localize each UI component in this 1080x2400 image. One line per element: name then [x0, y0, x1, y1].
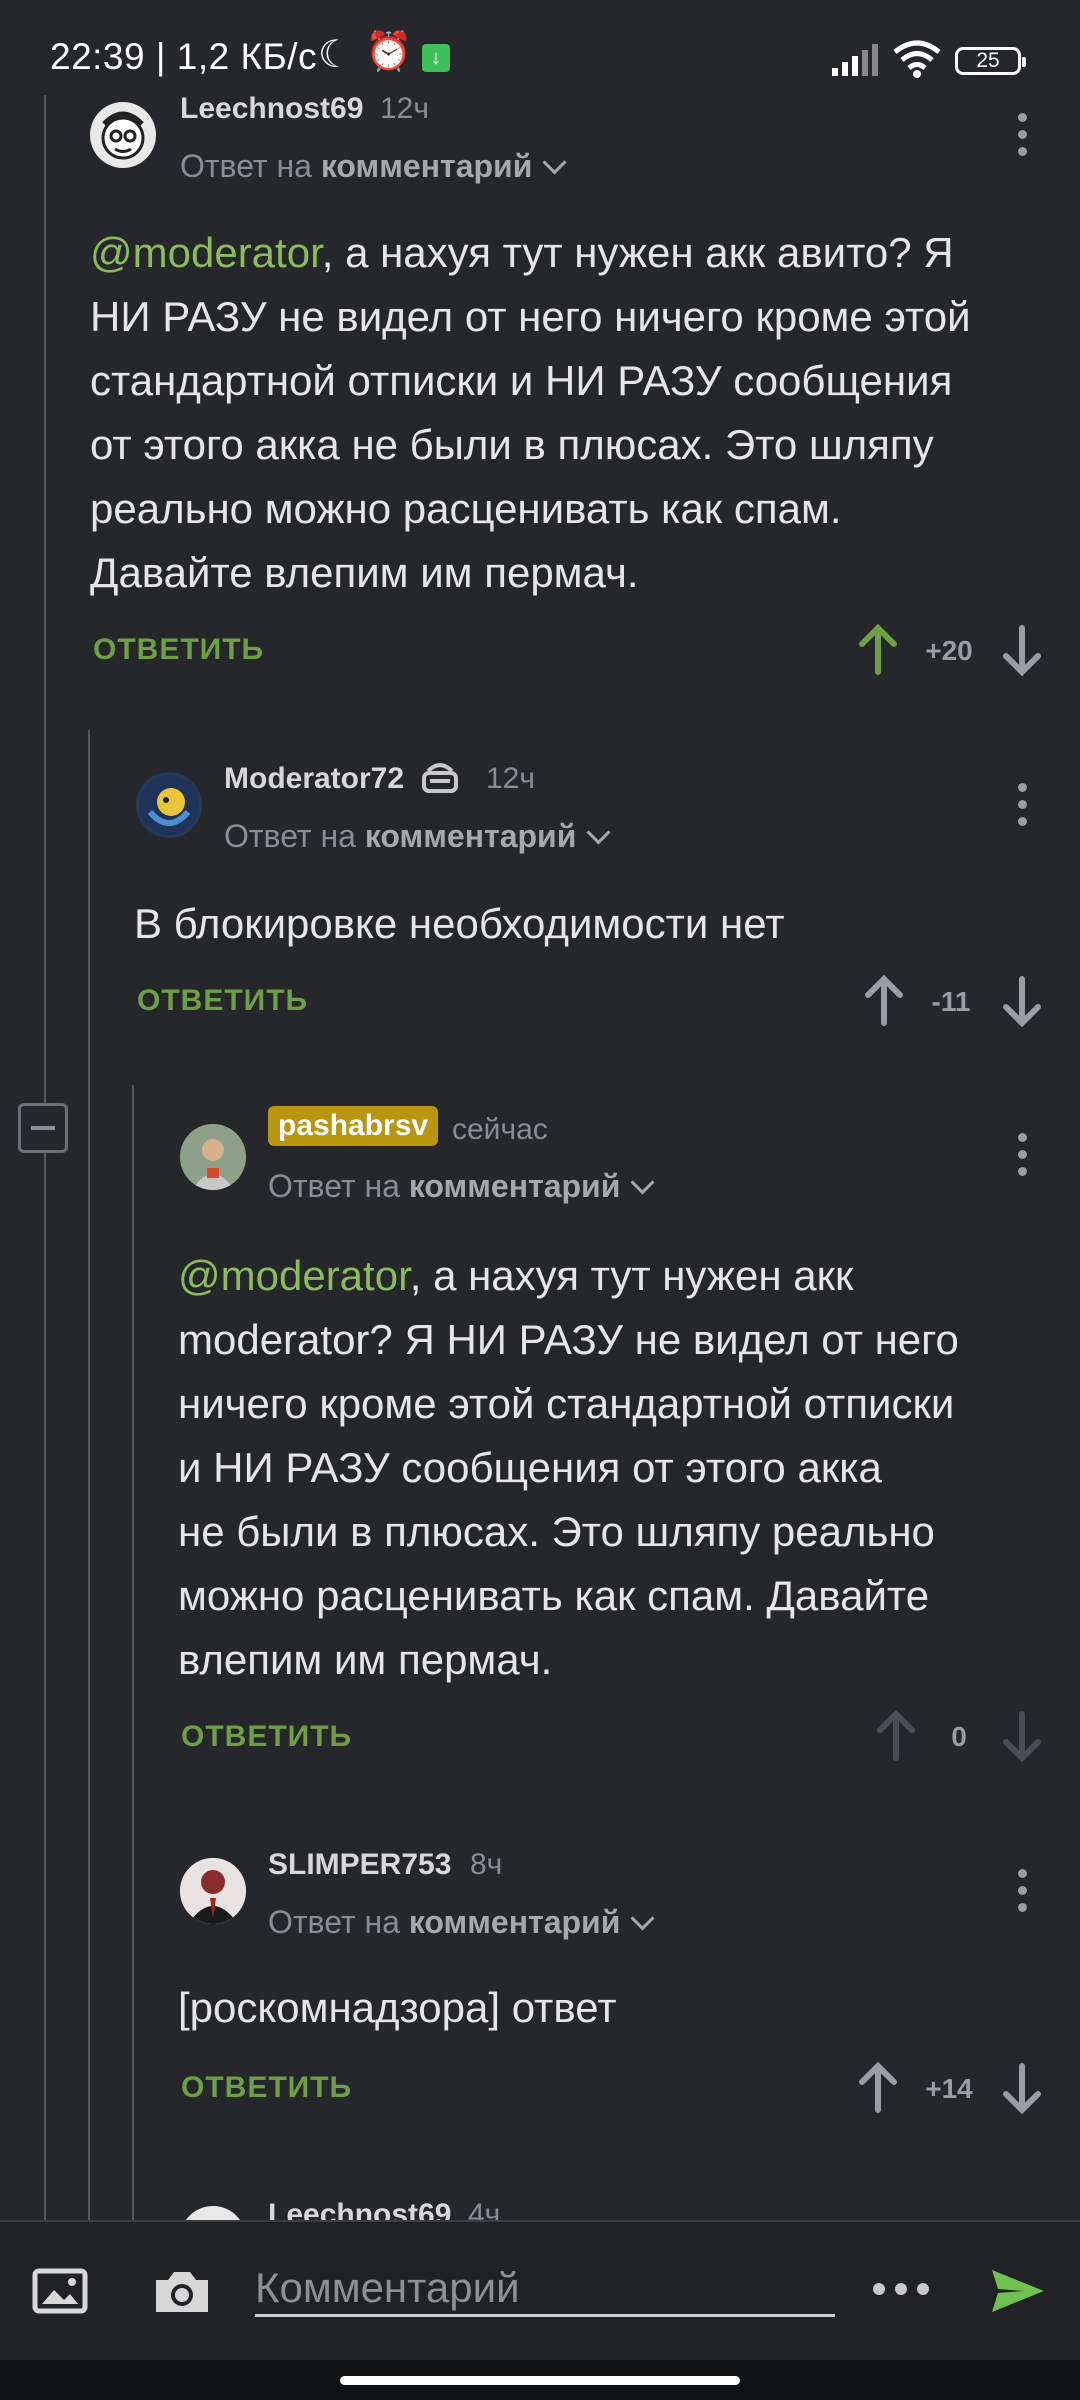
- chevron-down-icon: [630, 1906, 655, 1931]
- avatar-suit-icon: [180, 1858, 246, 1924]
- comment-author[interactable]: Moderator72: [224, 762, 404, 796]
- reply-to-link[interactable]: Ответ на комментарий: [180, 148, 567, 185]
- send-icon[interactable]: [990, 2266, 1046, 2316]
- upvote-icon[interactable]: [874, 1710, 918, 1762]
- comment-body: [роскомнадзора] ответ: [178, 1984, 617, 2031]
- comment-body: @moderator, а нахуя тут нужен акк modera…: [178, 1244, 1058, 1692]
- more-options-icon[interactable]: [1018, 1133, 1028, 1184]
- downvote-icon[interactable]: [1000, 975, 1044, 1027]
- more-options-icon[interactable]: [1018, 783, 1028, 834]
- upvote-icon[interactable]: [856, 624, 900, 676]
- chevron-down-icon: [542, 150, 567, 175]
- comment-body-line: не были в плюсах. Это шляпу реально: [178, 1508, 935, 1555]
- comment-body-line: и НИ РАЗУ сообщения от этого акка: [178, 1444, 882, 1491]
- reply-button[interactable]: ОТВЕТИТЬ: [137, 984, 308, 1018]
- downvote-icon[interactable]: [1000, 1710, 1044, 1762]
- reply-to-target: комментарий: [408, 1904, 621, 1940]
- comment-body-line: влепим им пермач.: [178, 1636, 553, 1683]
- reply-to-link[interactable]: Ответ на комментарий: [268, 1168, 655, 1205]
- user-mention[interactable]: @moderator: [178, 1252, 410, 1299]
- downvote-icon[interactable]: [1000, 624, 1044, 676]
- comment-body-line: стандартной отписки и НИ РАЗУ сообщения: [90, 357, 953, 404]
- comment-author[interactable]: Leechnost69: [180, 92, 363, 126]
- comment-body-line: moderator? Я НИ РАЗУ не видел от него: [178, 1316, 959, 1363]
- reply-to-target: комментарий: [320, 148, 533, 184]
- comment-composer: Комментарий: [0, 2220, 1080, 2362]
- moderator-badge-icon: [422, 763, 458, 793]
- comment-body: @moderator, а нахуя тут нужен акк авито?…: [90, 221, 1050, 605]
- comment-time: сейчас: [452, 1113, 548, 1146]
- downvote-icon[interactable]: [1000, 2062, 1044, 2114]
- reply-to-prefix: Ответ на: [224, 818, 356, 854]
- comment-author[interactable]: SLIMPER753: [268, 1848, 451, 1882]
- thread-line-2: [88, 730, 90, 2220]
- avatar[interactable]: [180, 1858, 246, 1924]
- comment-author-own[interactable]: pashabrsv: [268, 1106, 439, 1146]
- upvote-icon[interactable]: [856, 2062, 900, 2114]
- thread-line-1: [44, 95, 46, 2220]
- comment-body-line: можно расценивать как спам. Давайте: [178, 1572, 930, 1619]
- status-time: 22:39 | 1,2 КБ/с: [50, 36, 318, 77]
- comment-body-line: НИ РАЗУ не видел от него ничего кроме эт…: [90, 293, 971, 340]
- more-icon[interactable]: [872, 2282, 930, 2296]
- comment-body: В блокировке необходимости нет: [134, 900, 785, 947]
- reply-to-prefix: Ответ на: [268, 1168, 400, 1204]
- reply-to-link[interactable]: Ответ на комментарий: [268, 1904, 655, 1941]
- comment-input[interactable]: Комментарий: [255, 2258, 835, 2317]
- score: +14: [925, 2073, 973, 2104]
- moon-icon: ☾: [318, 34, 353, 76]
- thread-line-3: [132, 1085, 134, 2220]
- chevron-down-icon: [586, 820, 611, 845]
- avatar[interactable]: [180, 1124, 246, 1190]
- comment-body-line: ничего кроме этой стандартной отписки: [178, 1380, 955, 1427]
- avatar[interactable]: [90, 102, 156, 168]
- reply-button[interactable]: ОТВЕТИТЬ: [181, 2071, 352, 2105]
- battery-icon: 25: [955, 47, 1026, 75]
- score: 0: [951, 1721, 967, 1752]
- more-options-icon[interactable]: [1018, 1869, 1028, 1920]
- status-bar: 22:39 | 1,2 КБ/с ☾ ⏰ ↓ 25: [0, 0, 1080, 95]
- comment-body-line: Давайте влепим им пермач.: [90, 549, 639, 596]
- score: +20: [925, 635, 973, 666]
- comment-body-line: от этого акка не были в плюсах. Это шляп…: [90, 421, 934, 468]
- camera-icon[interactable]: [152, 2266, 212, 2316]
- upvote-icon[interactable]: [862, 975, 906, 1027]
- more-options-icon[interactable]: [1018, 113, 1028, 164]
- reply-to-prefix: Ответ на: [180, 148, 312, 184]
- alarm-icon: ⏰: [365, 31, 413, 73]
- avatar-moderator-icon: [139, 775, 199, 835]
- score: -11: [931, 986, 971, 1017]
- comment-time: 12ч: [380, 92, 429, 125]
- comment-body-line: реально можно расценивать как спам.: [90, 485, 842, 532]
- download-icon: ↓: [422, 44, 450, 72]
- comment-body-line: , а нахуя тут нужен акк: [409, 1252, 854, 1299]
- home-indicator[interactable]: [340, 2376, 740, 2385]
- reply-to-prefix: Ответ на: [268, 1904, 400, 1940]
- reply-to-link[interactable]: Ответ на комментарий: [224, 818, 611, 855]
- avatar-face-icon: [101, 111, 145, 160]
- comment-body-line: , а нахуя тут нужен акк авито? Я: [321, 229, 954, 276]
- collapse-thread-button[interactable]: [18, 1103, 68, 1153]
- chevron-down-icon: [630, 1170, 655, 1195]
- comment-input-placeholder: Комментарий: [255, 2264, 520, 2311]
- image-icon[interactable]: [32, 2266, 88, 2316]
- reply-to-target: комментарий: [364, 818, 577, 854]
- reply-button[interactable]: ОТВЕТИТЬ: [93, 633, 264, 667]
- comment-time: 12ч: [486, 762, 535, 795]
- signal-icon: [832, 44, 878, 76]
- avatar-photo-icon: [180, 1124, 246, 1190]
- reply-to-target: комментарий: [408, 1168, 621, 1204]
- reply-button[interactable]: ОТВЕТИТЬ: [181, 1720, 352, 1754]
- avatar[interactable]: [136, 772, 202, 838]
- comment-time: 8ч: [470, 1848, 503, 1881]
- user-mention[interactable]: @moderator: [90, 229, 322, 276]
- wifi-icon: [893, 40, 941, 78]
